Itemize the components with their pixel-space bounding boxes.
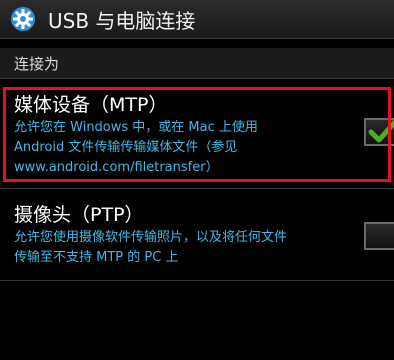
checkmark-icon: [368, 119, 394, 143]
option-mtp[interactable]: 媒体设备（MTP） 允许您在 Windows 中，或在 Mac 上使用 Andr…: [0, 80, 394, 186]
section-label: 连接为: [14, 54, 60, 73]
option-ptp-description: 允许您使用摄像软件传输照片，以及将任何文件 传输至不支持 MTP 的 PC 上: [14, 228, 359, 268]
option-ptp-description-line: 允许您使用摄像软件传输照片，以及将任何文件: [14, 230, 288, 245]
option-ptp[interactable]: 摄像头（PTP） 允许您使用摄像软件传输照片，以及将任何文件 传输至不支持 MT…: [0, 190, 394, 276]
section-header-connect-as: 连接为: [0, 48, 394, 79]
option-mtp-description: 允许您在 Windows 中，或在 Mac 上使用 Android 文件传输传输…: [14, 118, 359, 178]
option-ptp-title: 摄像头（PTP）: [14, 204, 144, 226]
option-mtp-description-line: 允许您在 Windows 中，或在 Mac 上使用: [14, 120, 258, 135]
title-bar: USB 与电脑连接: [0, 0, 394, 39]
option-mtp-description-line: Android 文件传输传输媒体文件（参见: [14, 140, 238, 155]
page-title: USB 与电脑连接: [48, 8, 196, 33]
divider: [0, 280, 394, 281]
gear-icon[interactable]: [10, 6, 36, 32]
option-mtp-checkbox[interactable]: [364, 118, 394, 146]
usb-connection-screen: USB 与电脑连接 连接为 媒体设备（MTP） 允许您在 Windows 中，或…: [0, 0, 394, 360]
option-mtp-title: 媒体设备（MTP）: [14, 94, 168, 116]
option-ptp-description-line: 传输至不支持 MTP 的 PC 上: [14, 250, 179, 265]
option-mtp-description-line: www.android.com/filetransfer）: [14, 160, 219, 175]
divider: [0, 188, 394, 189]
option-ptp-checkbox[interactable]: [364, 222, 394, 250]
